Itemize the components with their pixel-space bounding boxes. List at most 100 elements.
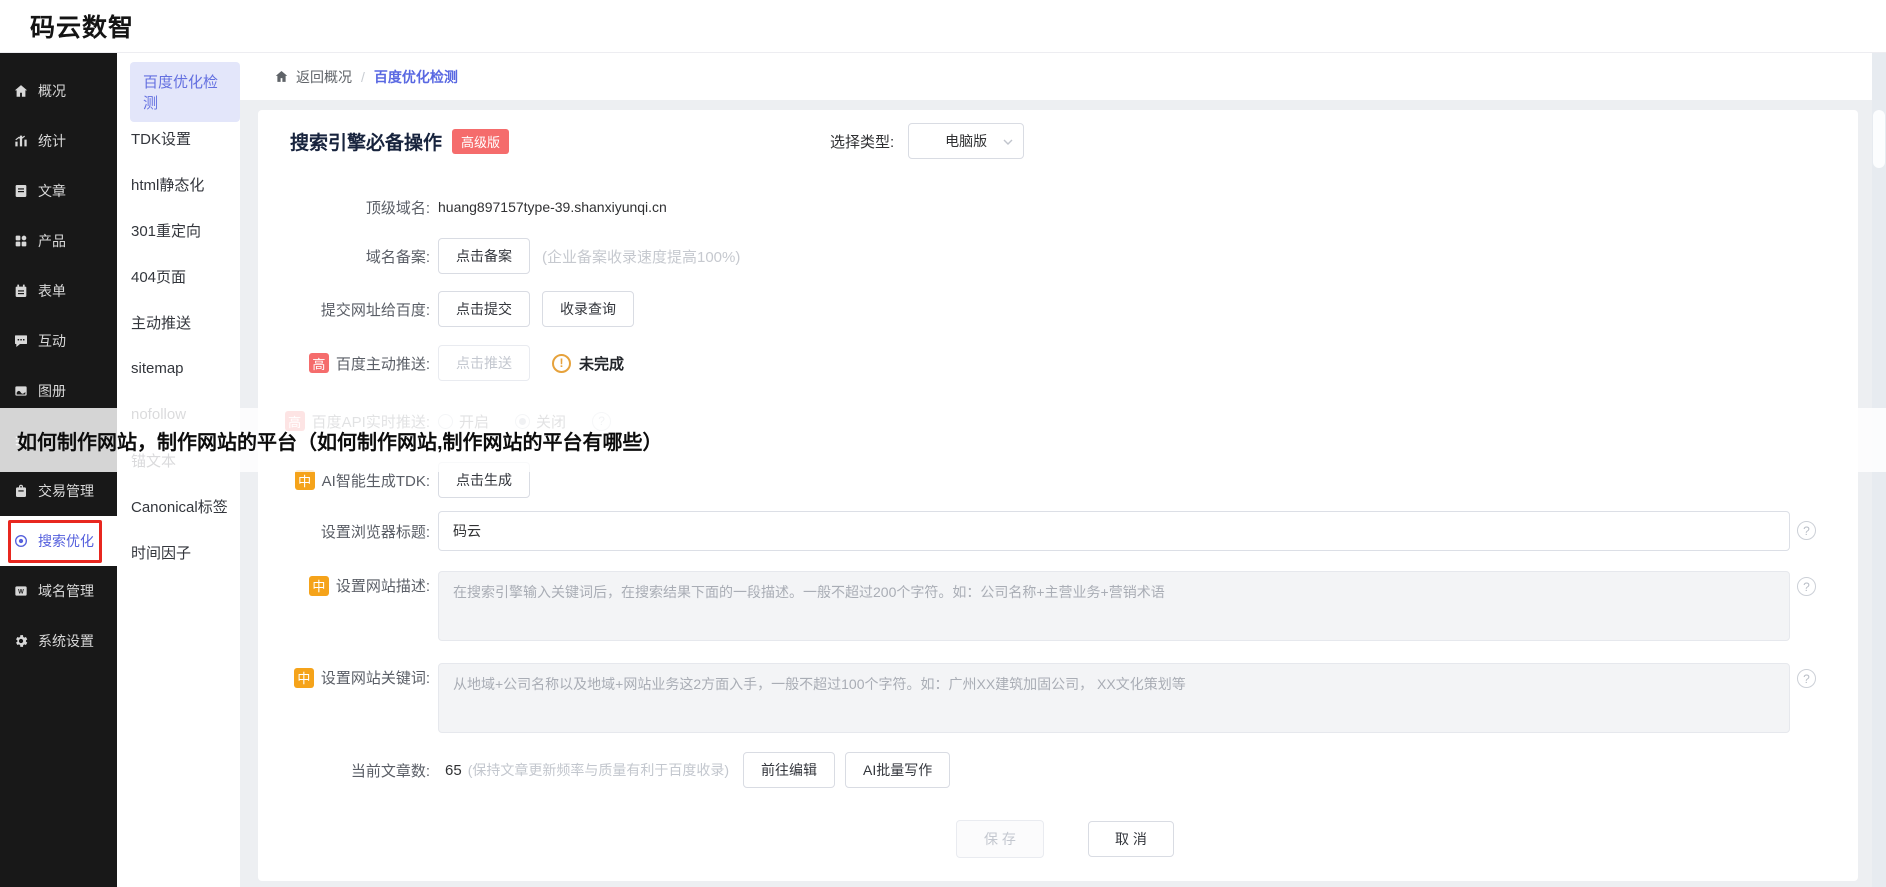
help-icon[interactable]: ? [1797,669,1816,688]
app-header: 码云数智 [0,0,1886,53]
browser-title-label: 设置浏览器标题: [320,523,430,541]
index-query-button[interactable]: 收录查询 [542,291,634,327]
svg-text:W: W [18,590,24,596]
seo-settings-card: 搜索引擎必备操作 高级版 选择类型: 电脑版 顶级域名: huang897157… [258,110,1858,881]
priority-high-badge: 高 [308,353,329,373]
annotation-highlight-box [8,520,102,563]
row-article-count: 当前文章数: 65 (保持文章更新频率与质量有利于百度收录) 前往编辑 AI批量… [258,752,1858,788]
submenu-item-canonical[interactable]: Canonical标签 [117,483,240,529]
sidebar-item-articles[interactable]: 文章 [0,166,117,216]
row-actions: 保 存 取 消 [258,820,1858,858]
chevron-down-icon [1003,139,1013,145]
priority-mid-badge: 中 [308,575,329,596]
product-icon [15,235,27,247]
domain-w-icon: W [15,586,27,596]
save-button[interactable]: 保 存 [956,820,1044,858]
help-icon[interactable]: ? [1797,521,1816,540]
priority-high-badge: 高 [284,411,305,431]
row-icp-filing: 域名备案: 点击备案 (企业备案收录速度提高100%) [258,238,1858,274]
row-ai-tdk: 中 AI智能生成TDK: 点击生成 [258,462,1858,498]
sidebar-item-domains[interactable]: W 域名管理 [0,566,117,616]
breadcrumb: 返回概况 / 百度优化检测 [240,53,1872,100]
breadcrumb-back-link[interactable]: 返回概况 [274,67,352,87]
article-count-hint: (保持文章更新频率与质量有利于百度收录) [467,762,730,778]
ai-batch-write-button[interactable]: AI批量写作 [845,752,951,788]
sidebar-item-gallery[interactable]: 图册 [0,366,117,416]
type-select-label: 选择类型: [830,133,895,151]
sidebar-item-trade[interactable]: 交易管理 [0,466,117,516]
radio-icon [438,413,453,429]
radio-option-off[interactable]: 关闭 [515,411,566,432]
scrollbar-thumb[interactable] [1873,110,1885,168]
site-description-textarea[interactable] [438,571,1790,641]
site-keywords-textarea[interactable] [438,663,1790,733]
sidebar-item-settings[interactable]: 系统设置 [0,616,117,666]
app-root: 码云数智 概况 统计 文章 产品 表单 互动 图册 交易管理 搜索优化 W 域名… [0,0,1886,887]
sidebar-item-products[interactable]: 产品 [0,216,117,266]
layers-icon [15,436,27,446]
sidebar-item-overview[interactable]: 概况 [0,66,117,116]
priority-mid-badge: 中 [294,470,315,490]
sidebar-item-interaction[interactable]: 互动 [0,316,117,366]
icp-filing-hint: (企业备案收录速度提高100%) [542,248,741,266]
submenu-item-time-factor[interactable]: 时间因子 [117,529,240,575]
active-push-label: 百度主动推送: [335,355,430,373]
submenu-item-301[interactable]: 301重定向 [117,207,240,253]
row-api-push: 高 百度API实时推送: 开启 关闭 ? [258,403,1858,439]
submenu-item-active-push[interactable]: 主动推送 [117,299,240,345]
row-submit-url: 提交网址给百度: 点击提交 收录查询 [258,291,1858,327]
sidebar-item-forms[interactable]: 表单 [0,266,117,316]
form-icon [15,284,27,297]
submit-url-label: 提交网址给百度: [320,301,430,319]
seo-submenu: 百度优化检测 TDK设置 html静态化 301重定向 404页面 主动推送 s… [117,53,240,887]
article-count-label: 当前文章数: [350,762,430,780]
submenu-item-anchor-text[interactable]: 锚文本 [117,437,240,483]
ai-tdk-label: AI智能生成TDK: [321,472,430,490]
article-icon [15,185,27,197]
submit-url-button[interactable]: 点击提交 [438,291,530,327]
premium-badge: 高级版 [452,129,510,154]
ai-generate-button[interactable]: 点击生成 [438,462,530,498]
icp-filing-label: 域名备案: [365,248,430,266]
top-domain-label: 顶级域名: [365,199,430,217]
sidebar-item-stats[interactable]: 统计 [0,116,117,166]
help-icon[interactable]: ? [592,411,612,431]
trade-bag-icon [16,484,26,497]
vertical-scrollbar [1872,53,1886,887]
article-count-value: 65 [445,761,462,779]
submenu-item-404[interactable]: 404页面 [117,253,240,299]
gallery-icon [15,386,27,396]
submenu-item-html-static[interactable]: html静态化 [117,161,240,207]
home-icon [275,71,288,82]
help-icon[interactable]: ? [1797,577,1816,596]
chat-bubble-icon [15,335,27,347]
device-type-select[interactable]: 电脑版 [908,123,1025,159]
site-description-label: 设置网站描述: [335,578,430,595]
submenu-item-nofollow[interactable]: nofollow [117,391,240,437]
gear-icon [16,635,28,647]
warning-icon: ! [552,353,571,373]
submenu-item-baidu-check[interactable]: 百度优化检测 [117,62,240,122]
cancel-button[interactable]: 取 消 [1088,821,1174,857]
api-push-label: 百度API实时推送: [311,413,430,431]
page-title: 搜索引擎必备操作 [290,133,443,154]
push-button-disabled[interactable]: 点击推送 [438,345,530,381]
priority-mid-badge: 中 [293,667,314,688]
top-domain-value: huang897157type-39.shanxiyunqi.cn [438,199,667,215]
row-site-description: 中 设置网站描述: ? [258,571,1858,641]
sidebar-item-hidden[interactable] [0,416,117,466]
row-active-push: 高 百度主动推送: 点击推送 ! 未完成 [258,345,1858,381]
row-site-keywords: 中 设置网站关键词: ? [258,663,1858,733]
radio-option-on[interactable]: 开启 [438,411,489,432]
app-logo: 码云数智 [30,14,135,42]
breadcrumb-current[interactable]: 百度优化检测 [374,67,458,87]
row-top-domain: 顶级域名: huang897157type-39.shanxiyunqi.cn [258,195,1858,219]
breadcrumb-separator: / [361,68,365,85]
site-keywords-label: 设置网站关键词: [320,670,430,687]
submenu-item-sitemap[interactable]: sitemap [117,345,240,391]
icp-filing-button[interactable]: 点击备案 [438,238,530,274]
browser-title-input[interactable] [438,511,1790,551]
row-browser-title: 设置浏览器标题: ? [258,511,1858,551]
push-status-text: 未完成 [579,355,625,373]
go-edit-button[interactable]: 前往编辑 [743,752,836,788]
